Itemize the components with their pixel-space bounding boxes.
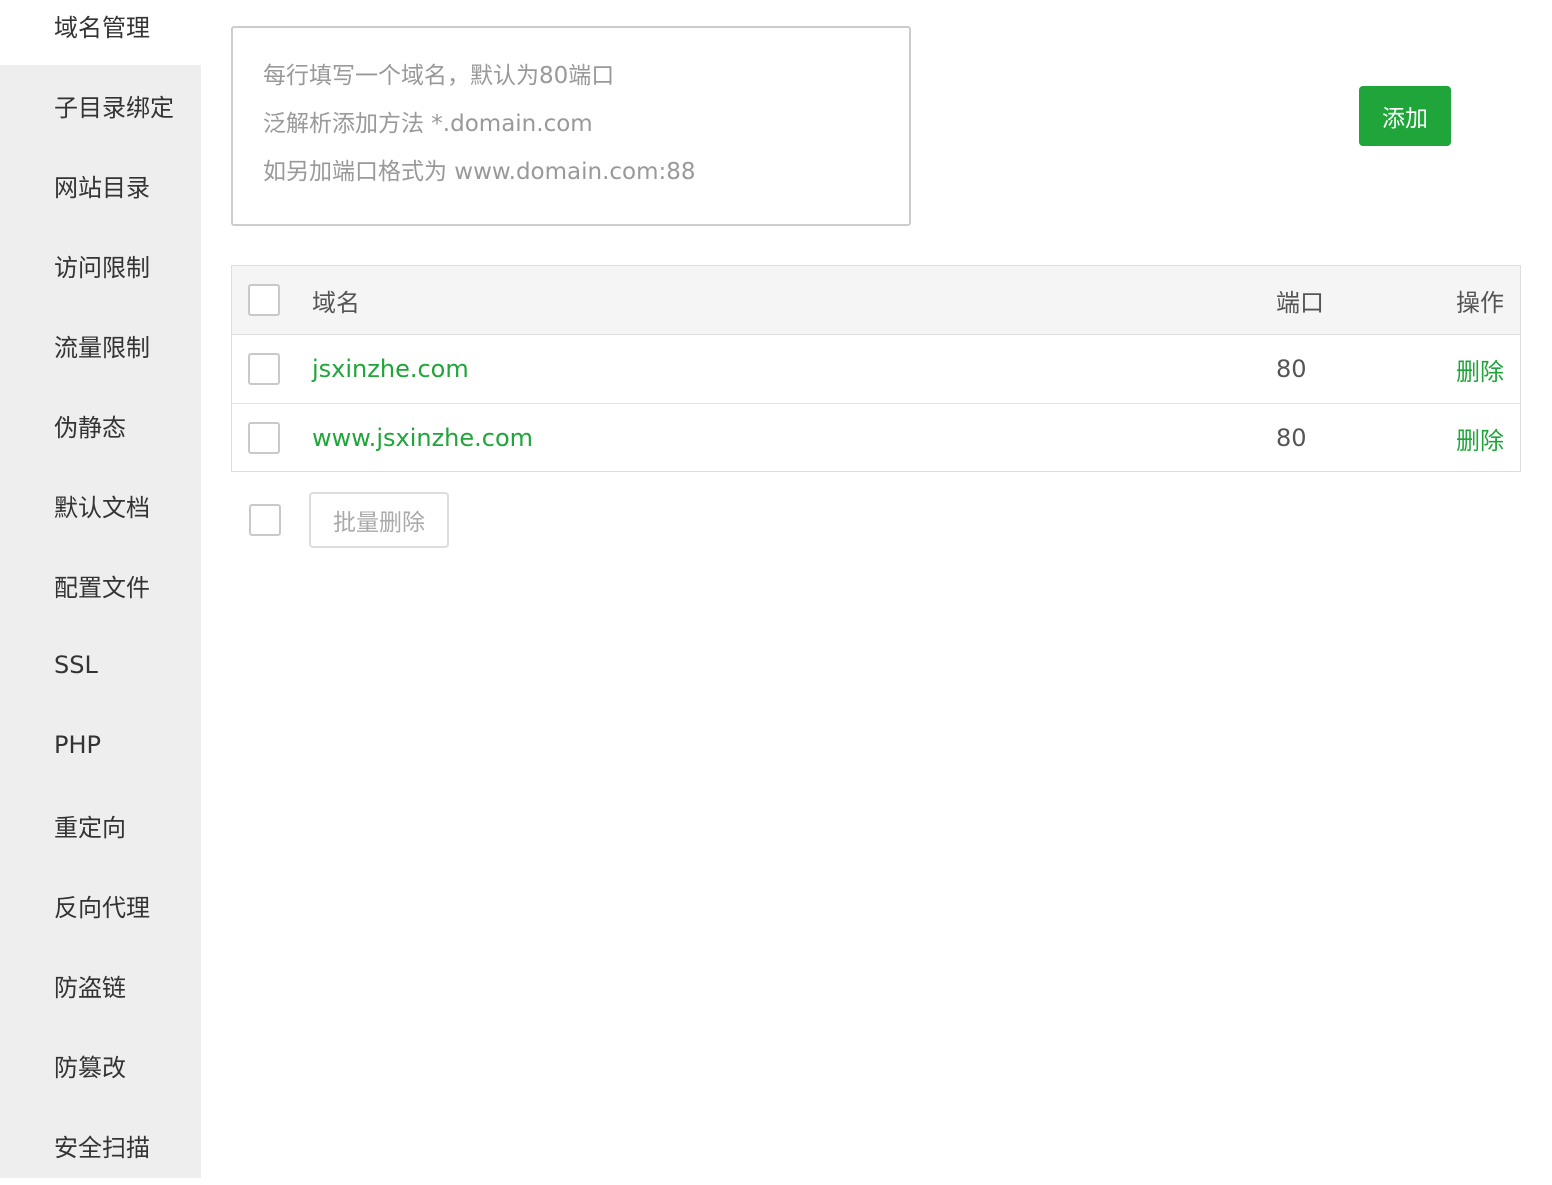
sidebar-item-access-limit[interactable]: 访问限制: [0, 225, 201, 305]
sidebar-item-tamper-protection[interactable]: 防篡改: [0, 1025, 201, 1105]
domain-link[interactable]: jsxinzhe.com: [312, 335, 469, 403]
delete-link[interactable]: 删除: [1456, 335, 1504, 403]
batch-delete-button[interactable]: 批量删除: [309, 492, 449, 548]
port-value: 80: [1276, 355, 1307, 383]
sidebar-item-domain-management[interactable]: 域名管理: [0, 0, 201, 65]
sidebar-item-config-file[interactable]: 配置文件: [0, 545, 201, 625]
domain-input-placeholder-line: 每行填写一个域名，默认为80端口: [263, 63, 615, 89]
sidebar-item-subdirectory-binding[interactable]: 子目录绑定: [0, 65, 201, 145]
delete-link[interactable]: 删除: [1456, 404, 1504, 472]
sidebar-item-site-directory[interactable]: 网站目录: [0, 145, 201, 225]
domain-link[interactable]: www.jsxinzhe.com: [312, 404, 533, 472]
sidebar-item-traffic-limit[interactable]: 流量限制: [0, 305, 201, 385]
batch-select-checkbox[interactable]: [249, 504, 281, 536]
sidebar-item-url-rewrite[interactable]: 伪静态: [0, 385, 201, 465]
add-domain-button[interactable]: 添加: [1359, 86, 1451, 146]
column-header-port: 端口: [1276, 288, 1324, 317]
sidebar-item-reverse-proxy[interactable]: 反向代理: [0, 865, 201, 945]
column-header-domain: 域名: [312, 288, 360, 317]
sidebar-item-php[interactable]: PHP: [0, 705, 201, 785]
table-header: 域名 端口 操作: [232, 266, 1520, 335]
column-header-action: 操作: [1456, 288, 1504, 317]
sidebar-item-ssl[interactable]: SSL: [0, 625, 201, 705]
domain-input[interactable]: 每行填写一个域名，默认为80端口 泛解析添加方法 *.domain.com 如另…: [231, 26, 911, 226]
table-row: www.jsxinzhe.com 80 删除: [232, 404, 1520, 472]
sidebar-item-default-document[interactable]: 默认文档: [0, 465, 201, 545]
sidebar-item-security-scan[interactable]: 安全扫描: [0, 1105, 201, 1185]
table-row: jsxinzhe.com 80 删除: [232, 335, 1520, 404]
domain-table: 域名 端口 操作 jsxinzhe.com 80 删除 www.jsxinzhe…: [231, 265, 1521, 472]
domain-input-placeholder-line: 泛解析添加方法 *.domain.com: [263, 111, 593, 137]
select-all-checkbox[interactable]: [248, 284, 280, 316]
row-checkbox[interactable]: [248, 422, 280, 454]
sidebar: 域名管理 子目录绑定 网站目录 访问限制 流量限制 伪静态 默认文档 配置文件 …: [0, 0, 201, 1178]
row-checkbox[interactable]: [248, 353, 280, 385]
domain-input-placeholder-line: 如另加端口格式为 www.domain.com:88: [263, 159, 696, 185]
port-value: 80: [1276, 424, 1307, 452]
sidebar-item-hotlink-protection[interactable]: 防盗链: [0, 945, 201, 1025]
sidebar-item-redirect[interactable]: 重定向: [0, 785, 201, 865]
